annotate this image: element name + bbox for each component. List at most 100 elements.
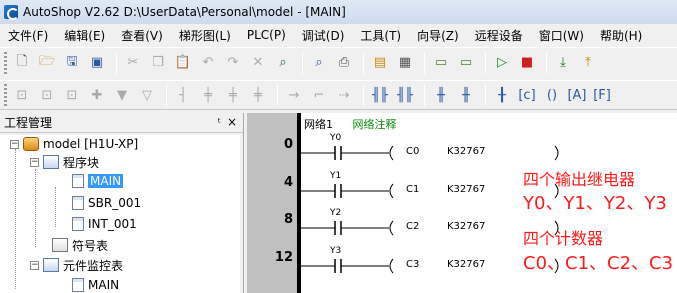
counter-preset[interactable]: K32767 bbox=[447, 221, 485, 232]
toolbar-separator bbox=[485, 51, 486, 74]
monitor-icon[interactable]: ▭ bbox=[430, 52, 452, 74]
pin-icon[interactable]: ᵗ bbox=[218, 116, 221, 129]
tree-node-program-block[interactable]: − 程序块 bbox=[30, 153, 99, 171]
ladder-rung[interactable]: Y0 C0 K32767 bbox=[301, 133, 677, 163]
instruction-f-icon[interactable]: [F] bbox=[591, 84, 613, 106]
toolbar-separator bbox=[302, 51, 303, 74]
coil-edit-icon[interactable]: [c] bbox=[516, 84, 538, 106]
toolbar-separator bbox=[116, 51, 117, 74]
program-block-icon bbox=[43, 155, 59, 169]
tree-node-sbr[interactable]: SBR_001 bbox=[72, 194, 141, 212]
tree-node-monitor-main[interactable]: MAIN bbox=[72, 276, 119, 293]
ladder-op-icon[interactable]: ⊡ bbox=[11, 84, 33, 106]
contact-operand[interactable]: Y3 bbox=[330, 246, 341, 256]
tree-guide bbox=[35, 169, 36, 247]
pulse-contact-icon[interactable]: ╂ bbox=[491, 84, 513, 106]
counter-operand[interactable]: C3 bbox=[406, 259, 419, 270]
save-icon[interactable]: 🖫 bbox=[61, 52, 83, 74]
network-header[interactable]: 网络1 网络注释 bbox=[304, 116, 397, 132]
line-end-icon[interactable]: ⇢ bbox=[333, 84, 355, 106]
parallel-nc-icon[interactable]: ╫ bbox=[455, 84, 477, 106]
tree-node-model[interactable]: − model [H1U-XP] bbox=[10, 135, 138, 153]
branch-icon[interactable]: ╪ bbox=[197, 84, 219, 106]
redo-icon[interactable]: ↷ bbox=[222, 52, 244, 74]
menu-debug[interactable]: 调试(D) bbox=[294, 27, 353, 44]
menu-tools[interactable]: 工具(T) bbox=[352, 27, 409, 44]
insert-down-icon[interactable]: ▼ bbox=[111, 84, 133, 106]
collapse-icon[interactable]: − bbox=[30, 157, 39, 167]
tree-label: 程序块 bbox=[63, 155, 100, 170]
tree-label: INT_001 bbox=[88, 217, 137, 231]
insert-up-icon[interactable]: ▽ bbox=[136, 84, 158, 106]
list-view-icon[interactable]: ▦ bbox=[394, 52, 416, 74]
tree-node-main[interactable]: MAIN bbox=[72, 172, 124, 190]
toolbar-grip[interactable] bbox=[4, 51, 7, 74]
window-layout-icon[interactable]: ▤ bbox=[369, 52, 391, 74]
contact-operand[interactable]: Y2 bbox=[330, 208, 341, 218]
delete-icon[interactable]: ✕ bbox=[247, 52, 269, 74]
stop-icon[interactable]: ■ bbox=[516, 52, 538, 74]
cut-icon[interactable]: ✂ bbox=[122, 52, 144, 74]
branch-icon[interactable]: ╪ bbox=[222, 84, 244, 106]
download-icon[interactable]: ⤓ bbox=[552, 52, 574, 74]
menu-edit[interactable]: 编辑(E) bbox=[56, 27, 113, 44]
tree-label: model [H1U-XP] bbox=[43, 137, 139, 151]
print-icon[interactable]: ⎙ bbox=[333, 52, 355, 74]
step-gutter: 0 4 8 12 bbox=[247, 113, 297, 293]
tree-node-int[interactable]: INT_001 bbox=[72, 215, 137, 233]
open-file-icon[interactable]: 🗁 bbox=[36, 52, 58, 74]
collapse-icon[interactable]: − bbox=[10, 139, 19, 149]
collapse-icon[interactable]: − bbox=[30, 260, 39, 270]
counter-preset[interactable]: K32767 bbox=[447, 146, 485, 157]
plc-model-icon bbox=[23, 137, 39, 151]
insert-row-icon[interactable]: ✚ bbox=[86, 84, 108, 106]
ladder-op-icon[interactable]: ⊡ bbox=[61, 84, 83, 106]
contact-operand[interactable]: Y1 bbox=[330, 171, 341, 181]
tree-node-monitor[interactable]: − 元件监控表 bbox=[30, 256, 123, 274]
menu-file[interactable]: 文件(F) bbox=[0, 27, 56, 44]
counter-operand[interactable]: C1 bbox=[406, 184, 419, 195]
vertical-line-icon[interactable]: ┤ bbox=[172, 84, 194, 106]
coil-icon[interactable]: () bbox=[541, 84, 563, 106]
app-logo-icon bbox=[4, 5, 19, 20]
line-down-icon[interactable]: ⌐ bbox=[308, 84, 330, 106]
project-panel: 工程管理 ᵗ × − model [H1U-XP] − 程序块 MAIN SBR… bbox=[0, 113, 244, 293]
document-icon bbox=[72, 217, 84, 231]
counter-operand[interactable]: C2 bbox=[406, 221, 419, 232]
tree-node-symbols[interactable]: 符号表 bbox=[52, 236, 108, 254]
toolbar-separator bbox=[363, 51, 364, 74]
menu-wizard[interactable]: 向导(Z) bbox=[409, 27, 467, 44]
save-all-icon[interactable]: ▣ bbox=[86, 52, 108, 74]
counter-preset[interactable]: K32767 bbox=[447, 259, 485, 270]
copy-icon[interactable]: ❐ bbox=[147, 52, 169, 74]
menu-plc[interactable]: PLC(P) bbox=[239, 28, 294, 42]
menu-help[interactable]: 帮助(H) bbox=[592, 27, 650, 44]
monitor-edit-icon[interactable]: ▭ bbox=[455, 52, 477, 74]
branch-icon[interactable]: ╪ bbox=[247, 84, 269, 106]
undo-icon[interactable]: ↶ bbox=[197, 52, 219, 74]
print-preview-icon[interactable]: ⌕ bbox=[308, 52, 330, 74]
close-icon[interactable]: × bbox=[227, 115, 237, 129]
no-contact-icon[interactable]: ╢╟ bbox=[369, 84, 391, 106]
horizontal-line-icon[interactable]: → bbox=[283, 84, 305, 106]
counter-preset[interactable]: K32767 bbox=[447, 184, 485, 195]
nc-contact-icon[interactable]: ╢╟ bbox=[394, 84, 416, 106]
new-file-icon[interactable]: 🗋 bbox=[11, 52, 33, 74]
toolbar-separator bbox=[485, 84, 486, 106]
menu-remote-device[interactable]: 远程设备 bbox=[467, 27, 531, 44]
instruction-a-icon[interactable]: [A] bbox=[566, 84, 588, 106]
find-icon[interactable]: ⌕ bbox=[272, 52, 294, 74]
toolbar-grip[interactable] bbox=[4, 84, 7, 106]
network-comment[interactable]: 网络注释 bbox=[353, 118, 397, 131]
counter-operand[interactable]: C0 bbox=[406, 146, 419, 157]
run-icon[interactable]: ▷ bbox=[491, 52, 513, 74]
parallel-contact-icon[interactable]: ╫ bbox=[430, 84, 452, 106]
upload-icon[interactable]: ⤒ bbox=[577, 52, 599, 74]
menu-window[interactable]: 窗口(W) bbox=[531, 27, 592, 44]
contact-operand[interactable]: Y0 bbox=[330, 133, 341, 143]
ladder-op-icon[interactable]: ⊡ bbox=[36, 84, 58, 106]
menu-view[interactable]: 查看(V) bbox=[113, 27, 171, 44]
paste-icon[interactable]: 📋 bbox=[172, 52, 194, 74]
menu-ladder[interactable]: 梯形图(L) bbox=[171, 27, 239, 44]
document-icon bbox=[72, 196, 84, 210]
